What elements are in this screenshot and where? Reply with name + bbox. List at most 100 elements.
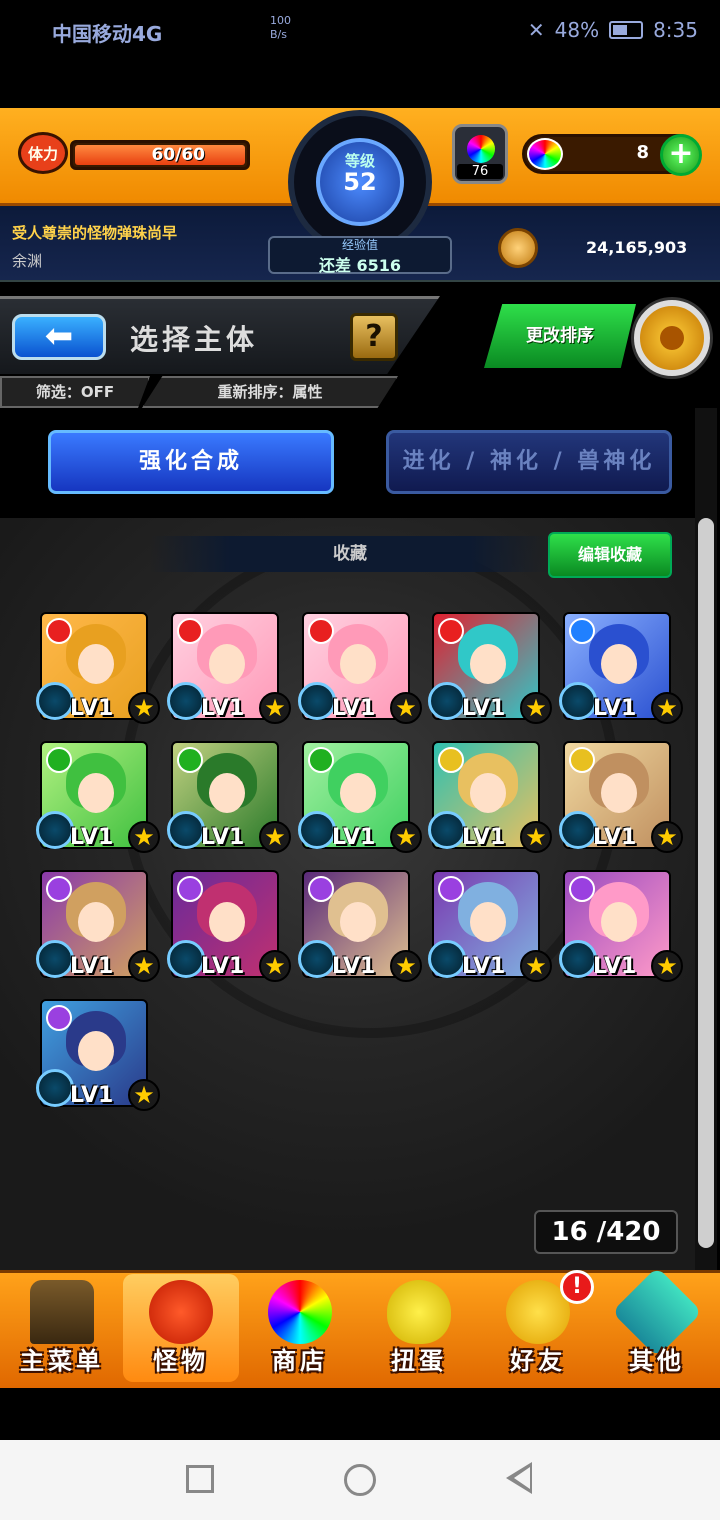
clock: 8:35 (653, 18, 698, 42)
gold-amount: 24,165,903 (586, 238, 688, 257)
luck-ring-icon (559, 811, 597, 849)
orb-icon (527, 138, 563, 170)
monster-card[interactable]: LV1 ★ (428, 870, 552, 982)
back-icon[interactable] (506, 1462, 532, 1494)
nav-label: 扭蛋 (391, 1347, 447, 1375)
element-icon (569, 618, 595, 644)
nav-item-0[interactable]: 主菜单 (4, 1274, 120, 1382)
monster-card[interactable]: LV1 ★ (298, 612, 422, 724)
monster-card[interactable]: LV1 ★ (36, 741, 160, 853)
monster-card[interactable]: LV1 ★ (36, 612, 160, 724)
nav-item-1[interactable]: 怪物 (123, 1274, 239, 1382)
tab-power-up[interactable]: 强化合成 (48, 430, 334, 494)
orb-item-button[interactable]: 76 (452, 124, 508, 184)
recent-apps-icon[interactable] (186, 1465, 214, 1493)
star-icon: ★ (651, 692, 683, 724)
nav-label: 其他 (629, 1347, 685, 1375)
monster-level: LV1 (70, 1083, 114, 1108)
element-icon (46, 747, 72, 773)
star-icon: ★ (259, 692, 291, 724)
luck-ring-icon (167, 811, 205, 849)
edit-favorites-button[interactable]: 编辑收藏 (548, 532, 672, 578)
nav-item-2[interactable]: 商店 (242, 1274, 358, 1382)
star-icon: ★ (651, 821, 683, 853)
monster-card[interactable]: LV1 ★ (559, 741, 683, 853)
monster-card[interactable]: LV1 ★ (559, 612, 683, 724)
monster-card[interactable]: LV1 ★ (298, 870, 422, 982)
element-icon (177, 747, 203, 773)
monster-card[interactable]: LV1 ★ (428, 741, 552, 853)
tab-evolve[interactable]: 进化 / 神化 / 兽神化 (386, 430, 672, 494)
monster-card[interactable]: LV1 ★ (559, 870, 683, 982)
monster-level: LV1 (70, 954, 114, 979)
star-icon: ★ (259, 821, 291, 853)
nav-item-5[interactable]: 其他 (599, 1266, 715, 1382)
monster-level: LV1 (70, 696, 114, 721)
monster-level: LV1 (462, 954, 506, 979)
monster-card[interactable]: LV1 ★ (167, 870, 291, 982)
change-sort-button[interactable]: 更改排序 (484, 304, 636, 368)
orb-item-icon (467, 135, 495, 163)
star-icon: ★ (520, 821, 552, 853)
carrier-text: 中国移动4G (52, 22, 163, 46)
monster-card[interactable]: LV1 ★ (167, 741, 291, 853)
element-icon (46, 876, 72, 902)
star-icon: ★ (128, 821, 160, 853)
orb-count: 8 (636, 142, 649, 163)
element-icon (308, 876, 334, 902)
luck-ring-icon (298, 940, 336, 978)
player-title: 受人尊崇的怪物弹珠尚早 (12, 224, 178, 242)
resort-label: 重新排序：属性 (217, 383, 323, 401)
nav-label: 好友 (510, 1347, 566, 1375)
star-icon: ★ (259, 950, 291, 982)
monster-level: LV1 (593, 696, 637, 721)
battery-icon (609, 21, 644, 39)
luck-ring-icon (36, 682, 74, 720)
monster-level: LV1 (332, 696, 376, 721)
network-speed: 100 B/s (270, 14, 291, 41)
stamina-icon: 体力 (18, 132, 68, 174)
element-icon (46, 1005, 72, 1031)
star-icon: ★ (128, 1079, 160, 1111)
page-title: 选择主体 (130, 323, 259, 356)
rainbow-orb-icon (268, 1280, 332, 1344)
element-icon (438, 747, 464, 773)
star-icon: ★ (128, 692, 160, 724)
nav-item-3[interactable]: 扭蛋 (361, 1274, 477, 1382)
sort-orb-icon[interactable] (634, 300, 710, 376)
monster-level: LV1 (593, 825, 637, 850)
buy-orbs-button[interactable]: + (660, 134, 702, 176)
monster-card[interactable]: LV1 ★ (36, 999, 160, 1111)
nav-label: 商店 (272, 1347, 328, 1375)
monster-card[interactable]: LV1 ★ (298, 741, 422, 853)
filter-button[interactable]: 筛选：OFF (0, 376, 150, 408)
gacha-egg-icon (387, 1280, 451, 1344)
back-arrow-icon: ⬅ (44, 316, 74, 356)
monster-card[interactable]: LV1 ★ (167, 612, 291, 724)
luck-ring-icon (167, 682, 205, 720)
status-bar: 中国移动4G 100 B/s ✕ 48% 8:35 (0, 0, 720, 64)
resort-button[interactable]: 重新排序：属性 (142, 376, 398, 408)
luck-ring-icon (167, 940, 205, 978)
luck-ring-icon (36, 811, 74, 849)
home-icon[interactable] (344, 1464, 376, 1496)
monster-card[interactable]: LV1 ★ (36, 870, 160, 982)
monster-card[interactable]: LV1 ★ (428, 612, 552, 724)
monster-level: LV1 (70, 825, 114, 850)
scrollbar-thumb[interactable] (698, 518, 714, 1248)
help-button[interactable]: ? (350, 313, 398, 361)
luck-ring-icon (298, 682, 336, 720)
exp-plate: 经验值 还差 6516 (268, 236, 452, 275)
luck-ring-icon (559, 940, 597, 978)
luck-ring-icon (428, 940, 466, 978)
back-button[interactable]: ⬅ (12, 314, 106, 360)
player-name: 余渊 (12, 252, 43, 270)
gold-coin-icon (498, 228, 538, 268)
luck-ring-icon (298, 811, 336, 849)
element-icon (46, 618, 72, 644)
nav-label: 怪物 (153, 1347, 209, 1375)
monster-level: LV1 (462, 825, 506, 850)
element-icon (438, 618, 464, 644)
home-gate-icon (30, 1280, 94, 1344)
monster-level: LV1 (593, 954, 637, 979)
